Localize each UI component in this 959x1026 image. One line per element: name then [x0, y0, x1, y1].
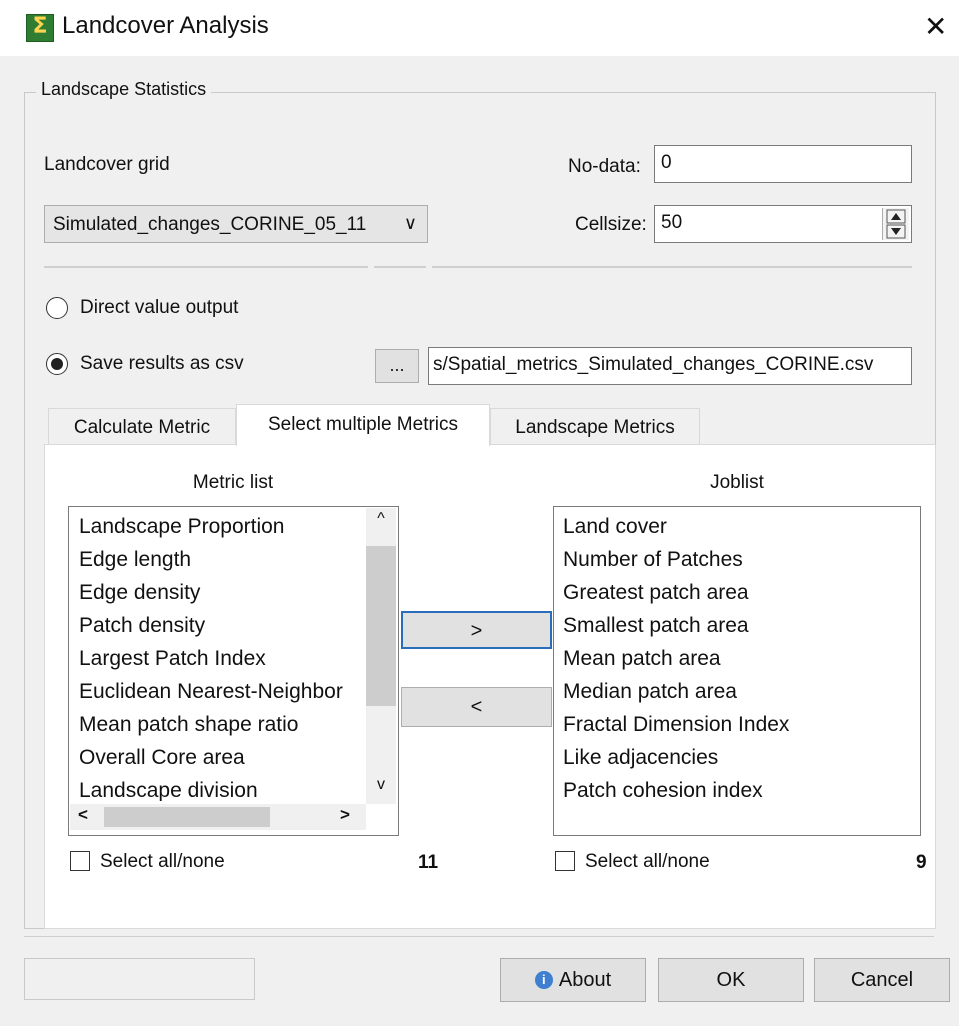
window-title: Landcover Analysis: [62, 12, 269, 39]
list-item[interactable]: Euclidean Nearest-Neighbor: [79, 680, 365, 704]
vertical-scrollbar[interactable]: ^ v: [366, 508, 396, 804]
direct-output-label: Direct value output: [80, 297, 239, 318]
spin-arrows-icon[interactable]: [883, 208, 909, 240]
status-field: [24, 958, 255, 1000]
spin-up-icon: [891, 213, 901, 220]
nodata-input[interactable]: 0: [654, 145, 912, 183]
list-item[interactable]: Edge length: [79, 548, 191, 572]
separator: [432, 266, 912, 268]
tab-landscape-metrics[interactable]: Landscape Metrics: [490, 408, 700, 445]
list-item[interactable]: Smallest patch area: [563, 614, 749, 638]
spin-down-icon: [891, 228, 901, 235]
group-title: Landscape Statistics: [36, 79, 212, 100]
separator: [44, 266, 368, 268]
list-item[interactable]: Largest Patch Index: [79, 647, 266, 671]
add-to-joblist-button[interactable]: >: [401, 611, 552, 649]
joblist[interactable]: Land cover Number of Patches Greatest pa…: [553, 506, 921, 836]
about-label: About: [558, 969, 612, 991]
metric-list[interactable]: Landscape Proportion Edge length Edge de…: [68, 506, 399, 836]
scroll-right-icon[interactable]: >: [340, 805, 350, 825]
app-icon: Σ: [26, 14, 54, 42]
list-item[interactable]: Landscape division: [79, 779, 258, 801]
chevron-down-icon: ∨: [403, 213, 417, 233]
separator: [374, 266, 426, 268]
browse-button[interactable]: ...: [375, 349, 419, 383]
list-item[interactable]: Edge density: [79, 581, 200, 605]
save-csv-label: Save results as csv: [80, 353, 244, 374]
tab-calculate-metric[interactable]: Calculate Metric: [48, 408, 236, 445]
list-item[interactable]: Mean patch shape ratio: [79, 713, 298, 737]
list-item[interactable]: Like adjacencies: [563, 746, 718, 770]
metric-select-all-checkbox[interactable]: [70, 851, 90, 871]
joblist-count: 9: [916, 852, 927, 873]
list-item[interactable]: Landscape Proportion: [79, 515, 284, 539]
list-item[interactable]: Patch cohesion index: [563, 779, 763, 803]
metric-select-all-label[interactable]: Select all/none: [100, 851, 225, 873]
list-item[interactable]: Fractal Dimension Index: [563, 713, 789, 737]
landcover-grid-label: Landcover grid: [44, 154, 170, 175]
scroll-down-icon[interactable]: v: [366, 776, 396, 794]
nodata-label: No-data:: [568, 156, 641, 177]
landcover-grid-select[interactable]: Simulated_changes_CORINE_05_11 ∨: [44, 205, 428, 243]
close-icon[interactable]: ✕: [924, 10, 947, 43]
list-item[interactable]: Mean patch area: [563, 647, 721, 671]
metric-list-header: Metric list: [192, 472, 274, 493]
list-item[interactable]: Overall Core area: [79, 746, 245, 770]
metric-count: 11: [418, 852, 439, 873]
tab-select-multiple-metrics[interactable]: Select multiple Metrics: [236, 404, 490, 446]
scrollbar-thumb[interactable]: [366, 546, 396, 706]
joblist-select-all-checkbox[interactable]: [555, 851, 575, 871]
radio-selected-dot: [51, 358, 63, 370]
save-csv-radio[interactable]: [46, 353, 68, 375]
list-item[interactable]: Patch density: [79, 614, 205, 638]
joblist-header: Joblist: [710, 472, 764, 493]
list-item[interactable]: Greatest patch area: [563, 581, 749, 605]
remove-from-joblist-button[interactable]: <: [401, 687, 552, 727]
cellsize-input[interactable]: 50: [654, 205, 912, 243]
about-button[interactable]: i About: [500, 958, 646, 1002]
joblist-select-all-label[interactable]: Select all/none: [585, 851, 710, 873]
landcover-selected-value: Simulated_changes_CORINE_05_11: [53, 214, 367, 235]
horizontal-scrollbar[interactable]: < >: [70, 804, 366, 830]
direct-output-radio[interactable]: [46, 297, 68, 319]
scroll-left-icon[interactable]: <: [78, 805, 88, 825]
list-item[interactable]: Number of Patches: [563, 548, 743, 572]
footer-separator: [24, 936, 934, 937]
cancel-button[interactable]: Cancel: [814, 958, 950, 1002]
list-item[interactable]: Land cover: [563, 515, 667, 539]
scroll-up-icon[interactable]: ^: [366, 510, 396, 528]
cellsize-value: 50: [661, 212, 683, 233]
info-icon: i: [534, 971, 553, 989]
cellsize-spinner[interactable]: [882, 208, 909, 240]
csv-path-input[interactable]: s/Spatial_metrics_Simulated_changes_CORI…: [428, 347, 912, 385]
list-item[interactable]: Median patch area: [563, 680, 737, 704]
hscroll-thumb[interactable]: [104, 807, 270, 827]
cellsize-label: Cellsize:: [575, 214, 647, 235]
ok-button[interactable]: OK: [658, 958, 804, 1002]
